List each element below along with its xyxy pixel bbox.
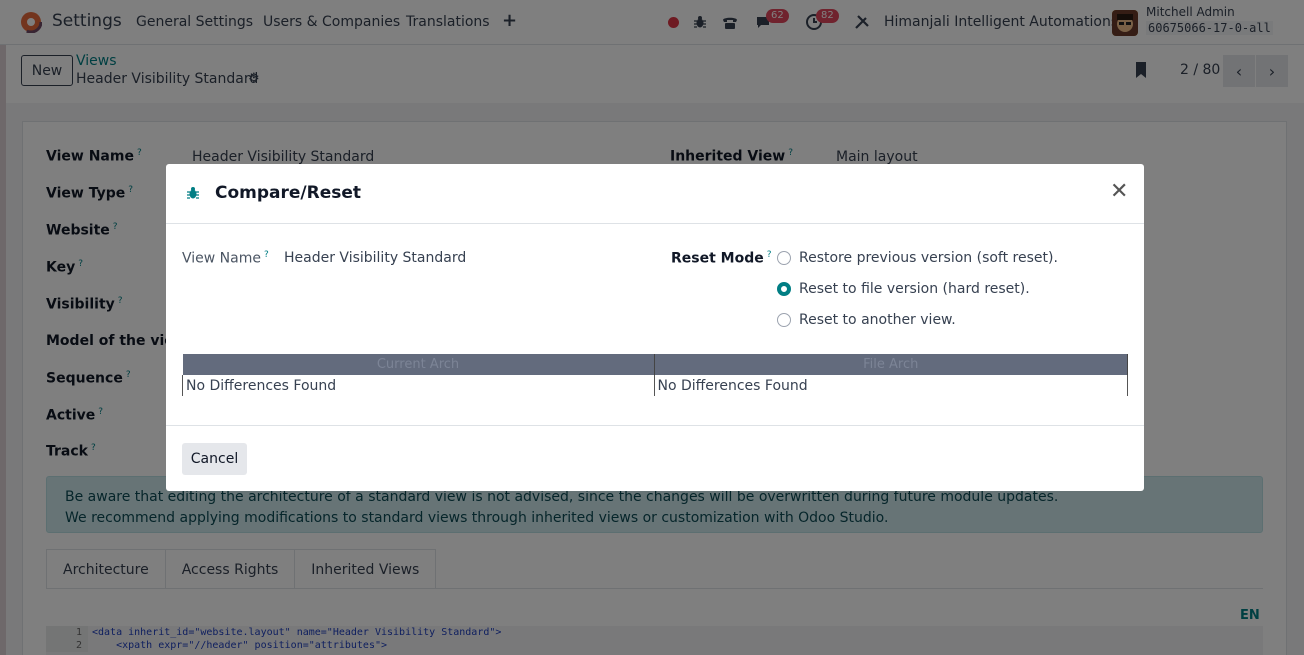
column-current-arch: Current Arch bbox=[182, 354, 655, 375]
reset-mode-label: Reset Mode? bbox=[671, 250, 772, 267]
column-file-arch: File Arch bbox=[654, 354, 1128, 375]
compare-reset-dialog: Compare/Reset ✕ View Name? Header Visibi… bbox=[166, 164, 1144, 491]
cancel-button[interactable]: Cancel bbox=[182, 443, 247, 475]
radio-button-checked[interactable] bbox=[777, 282, 791, 296]
bug-icon bbox=[187, 187, 199, 199]
radio-soft-reset[interactable]: Restore previous version (soft reset). bbox=[777, 250, 1058, 266]
dialog-footer: Cancel bbox=[166, 425, 1144, 491]
close-icon[interactable]: ✕ bbox=[1110, 181, 1128, 203]
dialog-view-name-value: Header Visibility Standard bbox=[284, 250, 467, 266]
diff-table: Current Arch File Arch No Differences Fo… bbox=[182, 354, 1128, 396]
radio-button[interactable] bbox=[777, 251, 791, 265]
radio-another-view[interactable]: Reset to another view. bbox=[777, 312, 956, 328]
dialog-title: Compare/Reset bbox=[215, 183, 362, 203]
radio-hard-reset[interactable]: Reset to file version (hard reset). bbox=[777, 281, 1030, 297]
dialog-view-name-label: View Name? bbox=[182, 250, 269, 267]
radio-button[interactable] bbox=[777, 313, 791, 327]
file-arch-diff: No Differences Found bbox=[653, 375, 1128, 396]
dialog-header: Compare/Reset ✕ bbox=[166, 164, 1144, 224]
current-arch-diff: No Differences Found bbox=[182, 375, 655, 396]
